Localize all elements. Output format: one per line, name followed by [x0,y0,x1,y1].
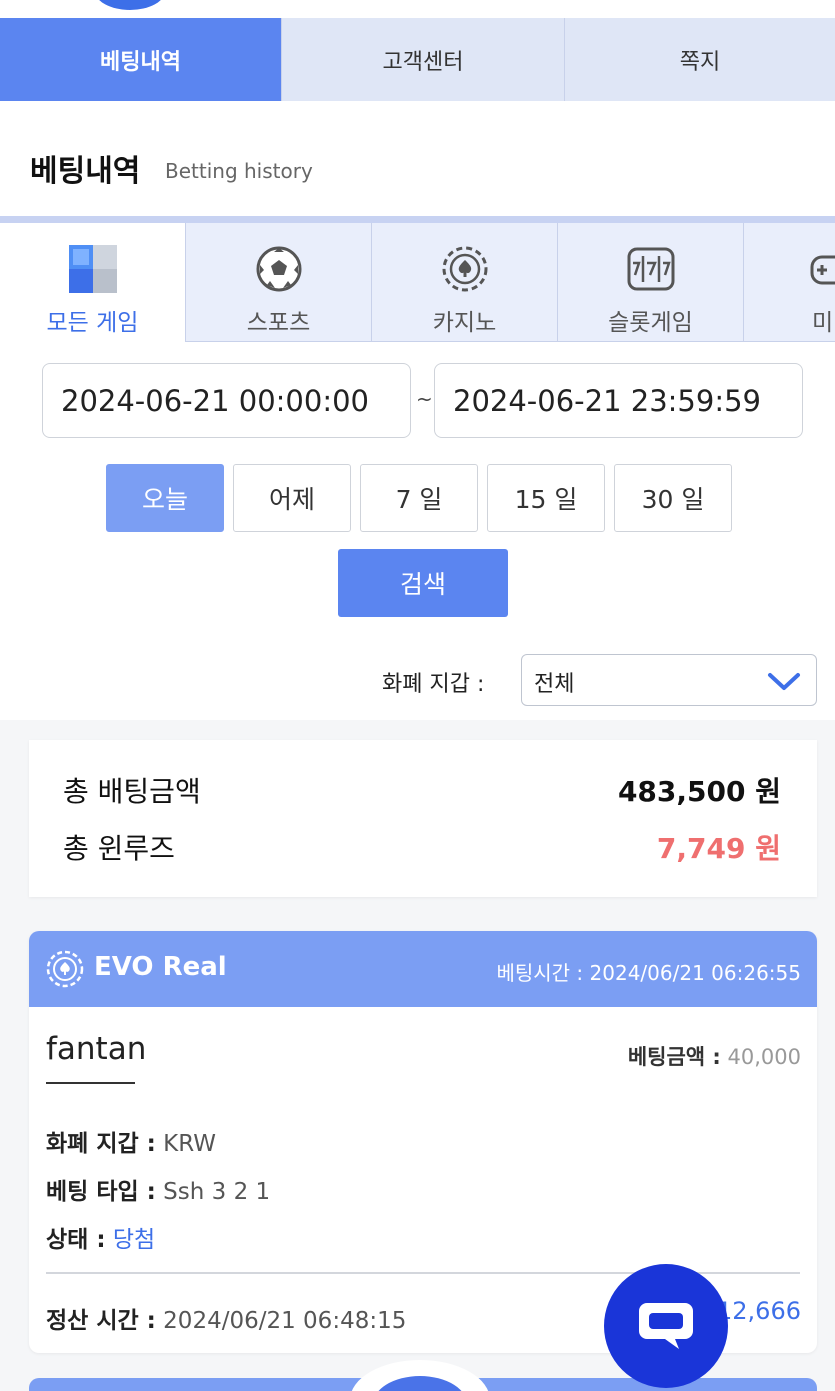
tab-sports[interactable]: 스포츠 [186,223,372,342]
game-name: fantan [46,1031,147,1067]
total-winloss-value: 7,749 원 [656,832,781,865]
range-7days-button[interactable]: 7 일 [360,464,478,532]
range-15days-button[interactable]: 15 일 [487,464,605,532]
bet-card-header: EVO Real 베팅시간 : 2024/06/21 06:26:55 [29,931,817,1007]
casino-chip-icon [46,950,84,988]
gamepad-icon [810,255,835,285]
tab-label: 모든 게임 [46,310,139,336]
date-range-separator: ~ [416,387,433,411]
range-30days-button[interactable]: 30 일 [614,464,732,532]
search-button[interactable]: 검색 [338,549,508,617]
tab-label: 스포츠 [246,310,311,336]
date-to-input[interactable]: 2024-06-21 23:59:59 [434,363,803,438]
cube-icon [68,245,117,293]
total-winloss-label: 총 윈루즈 [63,832,175,865]
tab-label: 미 [812,310,834,336]
logo-strip [0,0,835,18]
nav-tab-betting-history[interactable]: 베팅내역 [0,18,281,101]
bet-amount: 베팅금액 : 40,000 [627,1045,801,1069]
tab-label: 슬롯게임 [608,310,693,336]
status-line: 상태 : 당첨 [46,1227,156,1253]
nav-tab-messages[interactable]: 쪽지 [564,18,835,101]
wallet-select-value: 전체 [534,672,575,697]
tab-casino[interactable]: 카지노 [372,223,558,342]
tab-slots[interactable]: 슬롯게임 [558,223,744,342]
page-header: 베팅내역 Betting history [0,101,835,216]
tab-all-games[interactable]: 모든 게임 [0,223,186,342]
game-name-underline [46,1082,135,1084]
provider-name: EVO Real [94,952,227,982]
filter-panel: 2024-06-21 00:00:00 ~ 2024-06-21 23:59:5… [0,342,835,720]
total-bet-row: 총 배팅금액 483,500 원 [63,770,781,810]
page-title: 베팅내역 [30,154,141,189]
settle-time-line: 정산 시간 : 2024/06/21 06:48:15 [46,1308,407,1334]
total-bet-label: 총 배팅금액 [63,775,201,808]
nav-tab-customer-center[interactable]: 고객센터 [281,18,564,101]
range-yesterday-button[interactable]: 어제 [233,464,351,532]
currency-line: 화폐 지갑 : KRW [46,1131,217,1157]
slot-machine-icon [627,247,674,291]
tab-minigames[interactable]: 미 [744,223,835,342]
wallet-select[interactable]: 전체 [521,654,817,706]
range-today-button[interactable]: 오늘 [106,464,224,532]
page-subtitle: Betting history [165,159,313,183]
bet-type-line: 베팅 타입 : Ssh 3 2 1 [46,1179,271,1205]
date-from-input[interactable]: 2024-06-21 00:00:00 [42,363,411,438]
casino-chip-icon [442,246,487,292]
payout-value: 12,666 [717,1297,801,1325]
tab-label: 카지노 [432,310,497,336]
chat-button[interactable] [604,1264,728,1388]
total-bet-value: 483,500 원 [617,775,781,808]
bet-time: 베팅시간 : 2024/06/21 06:26:55 [496,961,801,985]
chat-icon [639,1303,693,1349]
main-nav: 베팅내역 고객센터 쪽지 [0,18,835,101]
status-badge: 당첨 [112,1227,156,1253]
wallet-label: 화폐 지갑 : [382,672,485,697]
soccer-ball-icon [256,246,301,292]
chevron-down-icon [768,673,800,690]
total-winloss-row: 총 윈루즈 7,749 원 [63,827,781,867]
game-category-tabs: 모든 게임 스포츠 카지노 슬롯게임 미 [0,216,835,342]
logo-mark [95,0,165,10]
betting-summary: 총 배팅금액 483,500 원 총 윈루즈 7,749 원 [29,740,817,897]
